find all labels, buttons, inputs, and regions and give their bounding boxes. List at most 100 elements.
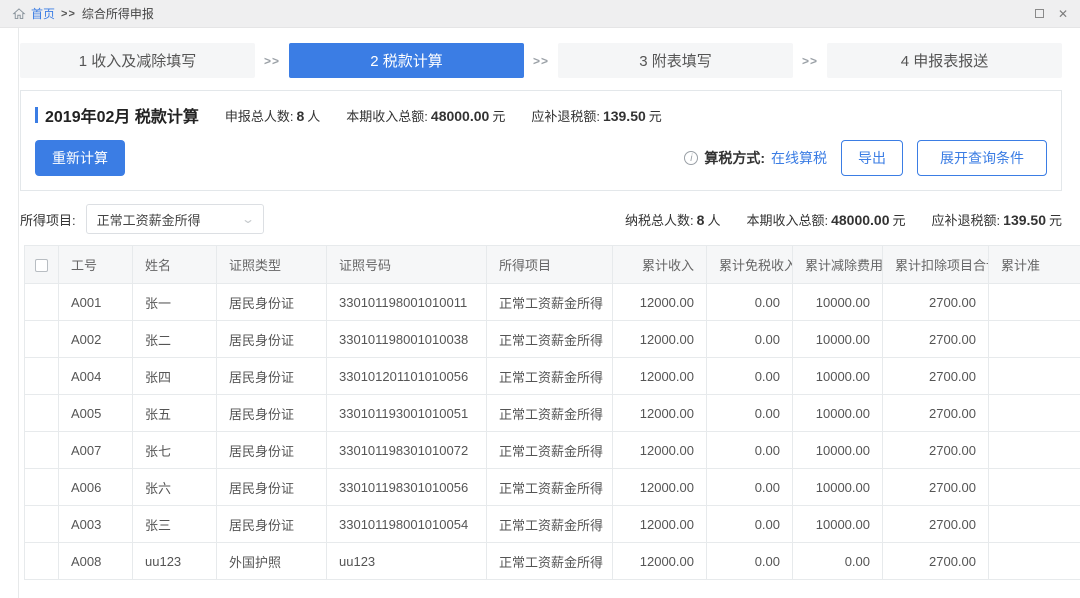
row-checkbox-cell bbox=[25, 469, 59, 506]
info-icon[interactable]: i bbox=[684, 151, 698, 165]
cell-name: 张六 bbox=[133, 469, 217, 506]
step-separator: >> bbox=[255, 54, 289, 68]
income-item-selected-value: 正常工资薪金所得 bbox=[97, 210, 201, 229]
cell-truncated bbox=[989, 395, 1080, 432]
row-checkbox-cell bbox=[25, 321, 59, 358]
cell-cum-deduction: 10000.00 bbox=[793, 395, 883, 432]
col-header-truncated: 累计准 bbox=[989, 246, 1080, 284]
step-tab-attached-forms[interactable]: 3 附表填写 bbox=[558, 43, 793, 78]
col-header-cum-income: 累计收入 bbox=[613, 246, 707, 284]
cell-income-item: 正常工资薪金所得 bbox=[487, 395, 613, 432]
cell-cum-deduction: 0.00 bbox=[793, 543, 883, 580]
cell-id-type: 外国护照 bbox=[217, 543, 327, 580]
row-checkbox-cell bbox=[25, 432, 59, 469]
row-checkbox-cell bbox=[25, 284, 59, 321]
chevron-down-icon: ⌄ bbox=[241, 212, 255, 226]
step-tab-tax-calc[interactable]: 2 税款计算 bbox=[289, 43, 524, 78]
cell-cum-deduction: 10000.00 bbox=[793, 284, 883, 321]
cell-cum-taxfree: 0.00 bbox=[707, 358, 793, 395]
cell-employee-id: A007 bbox=[59, 432, 133, 469]
cell-name: 张五 bbox=[133, 395, 217, 432]
col-header-id-type: 证照类型 bbox=[217, 246, 327, 284]
close-icon[interactable]: ✕ bbox=[1058, 8, 1068, 20]
cell-id-type: 居民身份证 bbox=[217, 469, 327, 506]
cell-id-number: 330101198301010056 bbox=[327, 469, 487, 506]
table-row[interactable]: A006 张六 居民身份证 330101198301010056 正常工资薪金所… bbox=[25, 469, 1080, 506]
expand-query-button[interactable]: 展开查询条件 bbox=[917, 140, 1047, 176]
select-all-checkbox[interactable] bbox=[35, 259, 48, 272]
table-header-row: 工号 姓名 证照类型 证照号码 所得项目 累计收入 累计免税收入 累计减除费用 … bbox=[25, 246, 1080, 284]
cell-id-number: 330101193001010051 bbox=[327, 395, 487, 432]
breadcrumb-current: 综合所得申报 bbox=[82, 5, 154, 22]
cell-truncated bbox=[989, 543, 1080, 580]
step-wizard: 1 收入及减除填写 >> 2 税款计算 >> 3 附表填写 >> 4 申报表报送 bbox=[20, 43, 1062, 78]
recalculate-button[interactable]: 重新计算 bbox=[35, 140, 125, 176]
cell-id-type: 居民身份证 bbox=[217, 284, 327, 321]
cell-cum-taxfree: 0.00 bbox=[707, 469, 793, 506]
export-button[interactable]: 导出 bbox=[841, 140, 903, 176]
cell-cum-taxfree: 0.00 bbox=[707, 432, 793, 469]
cell-cum-income: 12000.00 bbox=[613, 543, 707, 580]
cell-cum-deduct-total: 2700.00 bbox=[883, 469, 989, 506]
tax-mode-value-link[interactable]: 在线算税 bbox=[771, 148, 827, 168]
cell-cum-income: 12000.00 bbox=[613, 469, 707, 506]
col-header-cum-taxfree: 累计免税收入 bbox=[707, 246, 793, 284]
cell-cum-income: 12000.00 bbox=[613, 358, 707, 395]
summary-panel: 2019年02月 税款计算 申报总人数:8人 本期收入总额:48000.00元 … bbox=[20, 90, 1062, 191]
income-item-select[interactable]: 正常工资薪金所得 ⌄ bbox=[86, 204, 264, 234]
cell-income-item: 正常工资薪金所得 bbox=[487, 358, 613, 395]
cell-cum-deduct-total: 2700.00 bbox=[883, 432, 989, 469]
cell-name: 张一 bbox=[133, 284, 217, 321]
cell-cum-income: 12000.00 bbox=[613, 506, 707, 543]
cell-cum-income: 12000.00 bbox=[613, 395, 707, 432]
table-row[interactable]: A002 张二 居民身份证 330101198001010038 正常工资薪金所… bbox=[25, 321, 1080, 358]
cell-cum-deduction: 10000.00 bbox=[793, 506, 883, 543]
stat-tax-due: 应补退税额:139.50元 bbox=[531, 106, 661, 125]
tax-mode-label: 算税方式: bbox=[704, 148, 765, 168]
cell-income-item: 正常工资薪金所得 bbox=[487, 469, 613, 506]
cell-income-item: 正常工资薪金所得 bbox=[487, 506, 613, 543]
cell-cum-deduct-total: 2700.00 bbox=[883, 543, 989, 580]
cell-cum-deduct-total: 2700.00 bbox=[883, 506, 989, 543]
cell-cum-income: 12000.00 bbox=[613, 321, 707, 358]
cell-cum-deduct-total: 2700.00 bbox=[883, 395, 989, 432]
cell-employee-id: A003 bbox=[59, 506, 133, 543]
cell-id-number: 330101198301010072 bbox=[327, 432, 487, 469]
cell-truncated bbox=[989, 358, 1080, 395]
home-icon bbox=[12, 7, 26, 21]
table-row[interactable]: A003 张三 居民身份证 330101198001010054 正常工资薪金所… bbox=[25, 506, 1080, 543]
col-header-cum-deduction: 累计减除费用 bbox=[793, 246, 883, 284]
table-row[interactable]: A005 张五 居民身份证 330101193001010051 正常工资薪金所… bbox=[25, 395, 1080, 432]
table-row[interactable]: A004 张四 居民身份证 330101201101010056 正常工资薪金所… bbox=[25, 358, 1080, 395]
cell-name: 张七 bbox=[133, 432, 217, 469]
stat-taxpayer-count: 纳税总人数:8人 bbox=[625, 210, 720, 229]
cell-id-type: 居民身份证 bbox=[217, 506, 327, 543]
step-tab-submit[interactable]: 4 申报表报送 bbox=[827, 43, 1062, 78]
employee-table: 工号 姓名 证照类型 证照号码 所得项目 累计收入 累计免税收入 累计减除费用 … bbox=[24, 245, 1080, 580]
cell-id-number: 330101198001010038 bbox=[327, 321, 487, 358]
page-left-divider bbox=[18, 28, 19, 598]
cell-income-item: 正常工资薪金所得 bbox=[487, 543, 613, 580]
table-row[interactable]: A008 uu123 外国护照 uu123 正常工资薪金所得 12000.00 … bbox=[25, 543, 1080, 580]
table-row[interactable]: A001 张一 居民身份证 330101198001010011 正常工资薪金所… bbox=[25, 284, 1080, 321]
maximize-icon[interactable] bbox=[1035, 9, 1044, 18]
stat-period-income: 本期收入总额:48000.00元 bbox=[346, 106, 505, 125]
cell-truncated bbox=[989, 284, 1080, 321]
step-tab-income[interactable]: 1 收入及减除填写 bbox=[20, 43, 255, 78]
cell-id-number: uu123 bbox=[327, 543, 487, 580]
cell-id-number: 330101198001010054 bbox=[327, 506, 487, 543]
cell-id-number: 330101201101010056 bbox=[327, 358, 487, 395]
cell-cum-taxfree: 0.00 bbox=[707, 321, 793, 358]
cell-truncated bbox=[989, 432, 1080, 469]
breadcrumb-home-link[interactable]: 首页 bbox=[31, 5, 55, 22]
cell-employee-id: A001 bbox=[59, 284, 133, 321]
breadcrumb-bar: 首页 >> 综合所得申报 ✕ bbox=[0, 0, 1080, 28]
table-row[interactable]: A007 张七 居民身份证 330101198301010072 正常工资薪金所… bbox=[25, 432, 1080, 469]
cell-cum-deduct-total: 2700.00 bbox=[883, 321, 989, 358]
cell-cum-deduct-total: 2700.00 bbox=[883, 358, 989, 395]
cell-income-item: 正常工资薪金所得 bbox=[487, 321, 613, 358]
stat-declared-persons: 申报总人数:8人 bbox=[225, 106, 320, 125]
col-header-employee-id: 工号 bbox=[59, 246, 133, 284]
cell-income-item: 正常工资薪金所得 bbox=[487, 284, 613, 321]
breadcrumb-separator: >> bbox=[61, 8, 76, 20]
